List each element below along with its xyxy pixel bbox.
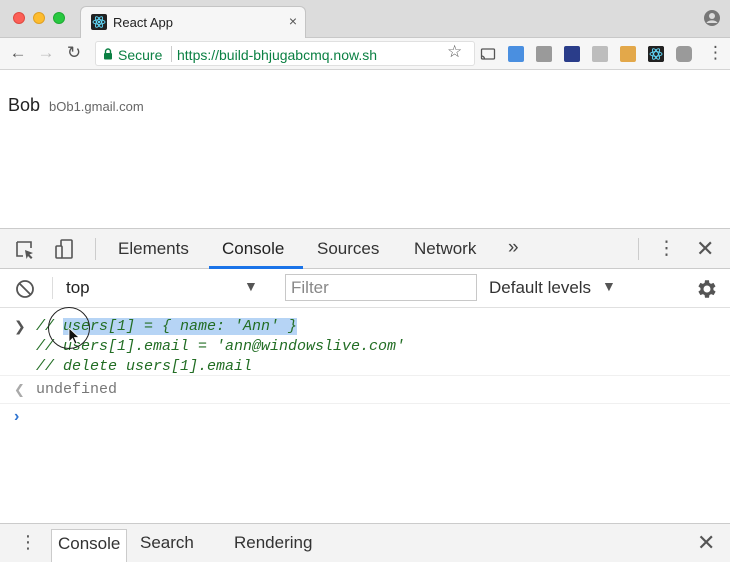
entry-divider (0, 375, 730, 376)
gear-icon[interactable] (694, 277, 718, 301)
browser-menu-icon[interactable]: ⋮ (707, 43, 724, 63)
extension-icon[interactable] (564, 46, 580, 62)
extension-icon[interactable] (592, 46, 608, 62)
cast-icon[interactable] (480, 46, 496, 62)
drawer-tab-console[interactable]: Console (51, 529, 128, 562)
back-arrow-icon[interactable]: ← (8, 43, 28, 63)
filter-input[interactable] (286, 275, 476, 300)
profile-icon[interactable] (703, 9, 721, 27)
toolbar-divider (638, 238, 639, 260)
window-minimize-button[interactable] (33, 12, 45, 24)
console-toolbar: top ▼ Default levels ▼ (0, 269, 730, 308)
entry-divider (0, 403, 730, 404)
clear-console-icon[interactable] (15, 279, 35, 299)
dropdown-arrow-icon[interactable]: ▼ (602, 278, 616, 294)
browser-toolbar: ← → ↻ Secure https://build-bhjugabcmq.no… (0, 38, 730, 70)
console-code-line-3: // delete users[1].email (36, 358, 253, 375)
devtools-menu-icon[interactable]: ⋮ (657, 237, 676, 260)
tab-sources[interactable]: Sources (317, 239, 379, 259)
forward-arrow-icon[interactable]: → (36, 43, 56, 63)
extension-icon[interactable] (620, 46, 636, 62)
user-name: Bob (8, 95, 41, 115)
react-logo-icon (91, 14, 107, 30)
drawer-tab-search[interactable]: Search (140, 533, 194, 553)
tab-console[interactable]: Console (222, 239, 284, 259)
inspect-element-icon[interactable] (14, 239, 36, 261)
more-tabs-icon[interactable]: » (508, 237, 519, 259)
tab-title: React App (113, 15, 173, 30)
devtools-drawer: ⋮ Console Search Rendering ✕ (0, 523, 730, 562)
page-content: Bob bOb1.gmail.com (0, 71, 730, 228)
user-email: bOb1.gmail.com (49, 99, 144, 114)
tab-network[interactable]: Network (414, 239, 476, 259)
browser-tab-strip: React App × (0, 0, 730, 38)
drawer-tab-rendering[interactable]: Rendering (234, 533, 312, 553)
console-code-line-2: // users[1].email = 'ann@windowslive.com… (36, 338, 406, 355)
devtools-tab-bar: Elements Console Sources Network » ⋮ ✕ (0, 228, 730, 269)
extension-icon[interactable] (508, 46, 524, 62)
reload-icon[interactable]: ↻ (64, 43, 84, 63)
bookmark-star-icon[interactable]: ☆ (447, 42, 462, 62)
selected-text: users[1] = { name: 'Ann' } (63, 318, 298, 335)
console-result: undefined (36, 381, 118, 398)
log-levels-selector[interactable]: Default levels (489, 278, 591, 298)
context-selector[interactable]: top (66, 278, 266, 298)
browser-tab[interactable]: React App × (80, 6, 306, 38)
extension-icon[interactable] (676, 46, 692, 62)
toolbar-divider (52, 277, 53, 299)
react-devtools-icon[interactable] (648, 46, 664, 62)
toolbar-divider (95, 238, 96, 260)
lock-icon (104, 48, 112, 60)
filter-field[interactable] (285, 274, 477, 301)
console-prompt-icon: › (14, 408, 20, 425)
extension-icon[interactable] (536, 46, 552, 62)
drawer-close-icon[interactable]: ✕ (697, 530, 715, 556)
drawer-menu-icon[interactable]: ⋮ (19, 532, 37, 553)
result-arrow-icon: ❮ (14, 382, 25, 397)
tab-close-icon[interactable]: × (289, 13, 297, 29)
url-text[interactable]: https://build-bhjugabcmq.now.sh (177, 47, 377, 63)
device-toolbar-icon[interactable] (54, 238, 76, 260)
window-close-button[interactable] (13, 12, 25, 24)
mouse-pointer-icon (68, 327, 80, 345)
tab-elements[interactable]: Elements (118, 239, 189, 259)
devtools-close-icon[interactable]: ✕ (696, 236, 714, 262)
dropdown-arrow-icon[interactable]: ▼ (244, 278, 258, 294)
secure-label: Secure (118, 47, 163, 63)
console-output[interactable]: ❯ // users[1] = { name: 'Ann' } // users… (0, 308, 730, 523)
address-bar[interactable]: Secure https://build-bhjugabcmq.now.sh (95, 41, 475, 66)
window-zoom-button[interactable] (53, 12, 65, 24)
input-prompt-icon: ❯ (14, 318, 26, 334)
url-divider (171, 46, 172, 62)
